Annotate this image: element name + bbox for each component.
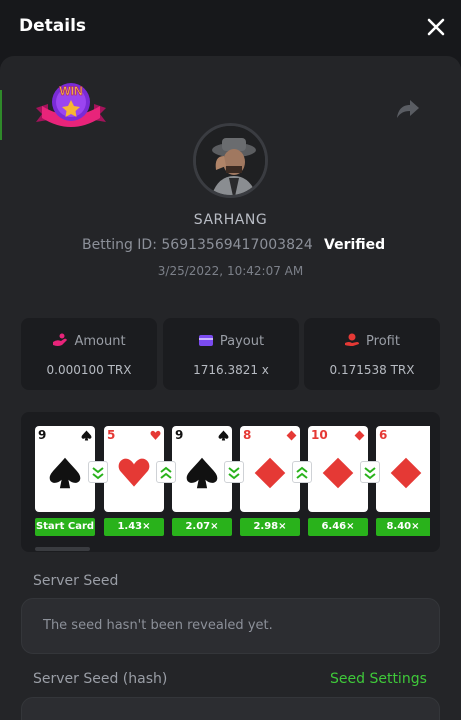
lower-arrow-icon bbox=[224, 461, 244, 483]
playing-card: 6 bbox=[376, 426, 430, 512]
share-icon[interactable] bbox=[396, 98, 420, 120]
diamond-icon bbox=[354, 430, 365, 441]
multiplier-badge: 6.46× bbox=[308, 518, 368, 536]
hand-coin-icon bbox=[345, 333, 360, 346]
multiplier-badge: 2.07× bbox=[172, 518, 232, 536]
card-rank: 5 bbox=[107, 428, 116, 442]
server-seed-value: The seed hasn't been revealed yet. bbox=[43, 618, 273, 633]
playing-card: 9 bbox=[35, 426, 95, 512]
amount-label: Amount bbox=[74, 334, 126, 349]
heart-icon bbox=[118, 458, 150, 487]
multiplier-badge: 2.98× bbox=[240, 518, 300, 536]
playing-card: 8 bbox=[240, 426, 300, 512]
seed-settings-link[interactable]: Seed Settings bbox=[330, 671, 427, 687]
card-history[interactable]: 9 5 9 8 10 6 Start Card 1.43× 2.07× 2.98… bbox=[21, 412, 440, 552]
profit-card: Profit 0.171538 TRX bbox=[304, 318, 440, 390]
heart-icon bbox=[150, 430, 161, 440]
spade-icon bbox=[81, 430, 92, 441]
close-icon[interactable] bbox=[425, 16, 447, 38]
card-rank: 9 bbox=[38, 428, 47, 442]
start-card-label: Start Card bbox=[35, 518, 95, 536]
amount-value: 0.000100 TRX bbox=[46, 363, 132, 377]
playing-card: 9 bbox=[172, 426, 232, 512]
bet-datetime: 3/25/2022, 10:42:07 AM bbox=[157, 264, 304, 278]
spade-icon bbox=[186, 457, 218, 489]
win-badge-icon: WIN bbox=[34, 78, 108, 136]
profit-value: 0.171538 TRX bbox=[329, 363, 415, 377]
diamond-icon bbox=[254, 457, 286, 489]
profit-label: Profit bbox=[366, 334, 400, 349]
horizontal-scrollbar[interactable] bbox=[35, 547, 90, 551]
payout-value: 1716.3821 x bbox=[193, 363, 269, 377]
card-rank: 9 bbox=[175, 428, 184, 442]
betting-id-value: 56913569417003824 bbox=[161, 237, 313, 253]
payout-card: Payout 1716.3821 x bbox=[163, 318, 299, 390]
higher-arrow-icon bbox=[156, 461, 176, 483]
card-rank: 8 bbox=[243, 428, 252, 442]
svg-text:WIN: WIN bbox=[59, 84, 82, 98]
diamond-icon bbox=[390, 457, 422, 489]
verified-status: Verified bbox=[324, 237, 386, 253]
amount-card: Amount 0.000100 TRX bbox=[21, 318, 157, 390]
wallet-icon bbox=[198, 335, 213, 346]
diamond-icon bbox=[286, 430, 297, 441]
modal-header: Details bbox=[0, 0, 461, 56]
spade-icon bbox=[49, 457, 81, 489]
card-rank: 6 bbox=[379, 428, 388, 442]
playing-card: 10 bbox=[308, 426, 368, 512]
payout-label: Payout bbox=[219, 334, 265, 349]
card-rank: 10 bbox=[311, 428, 328, 442]
higher-arrow-icon bbox=[292, 461, 312, 483]
modal-title: Details bbox=[19, 16, 87, 36]
spade-icon bbox=[218, 430, 229, 441]
username: SARHANG bbox=[193, 212, 268, 228]
multiplier-badge: 1.43× bbox=[104, 518, 164, 536]
server-seed-hash-label: Server Seed (hash) bbox=[33, 671, 168, 687]
server-seed-hash-field[interactable] bbox=[21, 697, 440, 720]
avatar bbox=[193, 123, 268, 198]
diamond-icon bbox=[322, 457, 354, 489]
betting-id-label: Betting ID: bbox=[82, 237, 157, 253]
betting-id: Betting ID: 56913569417003824 bbox=[82, 237, 313, 253]
coins-icon bbox=[53, 333, 68, 346]
server-seed-field[interactable]: The seed hasn't been revealed yet. bbox=[21, 598, 440, 654]
playing-card: 5 bbox=[104, 426, 164, 512]
lower-arrow-icon bbox=[360, 461, 380, 483]
server-seed-label: Server Seed bbox=[33, 573, 119, 589]
lower-arrow-icon bbox=[88, 461, 108, 483]
side-accent bbox=[0, 90, 2, 140]
multiplier-badge: 8.40× bbox=[376, 518, 430, 536]
